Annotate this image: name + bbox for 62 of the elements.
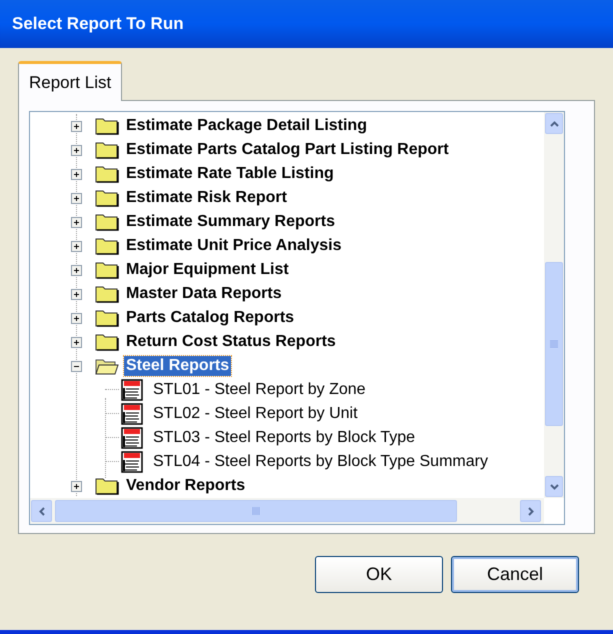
report-label[interactable]: STL01 - Steel Report by Zone [151,380,368,400]
grip-icon [252,507,260,515]
expand-icon[interactable] [71,144,82,156]
collapse-icon[interactable] [71,360,82,372]
folder-label[interactable]: Major Equipment List [124,260,291,280]
folder-icon [95,237,119,255]
folder-label[interactable]: Estimate Summary Reports [124,212,337,232]
folder-label[interactable]: Return Cost Status Reports [124,332,338,352]
scroll-down-button[interactable] [545,476,563,497]
report-icon [121,379,143,401]
expand-icon[interactable] [71,240,82,252]
folder-label[interactable]: Vendor Reports [124,476,248,496]
folder-icon [95,189,119,207]
expand-icon[interactable] [71,480,82,492]
folder-label[interactable]: Estimate Risk Report [124,188,289,208]
report-icon [121,403,143,425]
folder-icon [95,477,119,495]
chevron-left-icon [38,506,44,516]
dialog-button[interactable]: Cancel [451,556,579,593]
expand-icon[interactable] [71,264,82,276]
folder-icon [95,357,119,375]
window-title: Select Report To Run [12,13,184,36]
folder-label[interactable]: Estimate Parts Catalog Part Listing Report [124,140,451,160]
expand-icon[interactable] [71,120,82,132]
folder-label[interactable]: Estimate Package Detail Listing [124,116,369,136]
grip-icon [550,340,558,348]
folder-icon [95,141,119,159]
folder-icon [95,333,119,351]
chevron-up-icon [550,120,558,126]
expand-icon[interactable] [71,336,82,348]
expand-icon[interactable] [71,216,82,228]
dialog-button[interactable]: OK [315,556,443,593]
folder-label[interactable]: Steel Reports [124,356,232,376]
horizontal-scrollbar[interactable] [30,498,544,524]
folder-label[interactable]: Estimate Unit Price Analysis [124,236,344,256]
scroll-up-button[interactable] [545,113,563,134]
expand-icon[interactable] [71,168,82,180]
folder-icon [95,285,119,303]
folder-icon [95,261,119,279]
folder-label[interactable]: Estimate Rate Table Listing [124,164,336,184]
scroll-left-button[interactable] [31,500,52,522]
report-label[interactable]: STL04 - Steel Reports by Block Type Summary [151,452,490,472]
expand-icon[interactable] [71,192,82,204]
scroll-thumb[interactable] [545,262,563,426]
tab[interactable]: Report List [18,61,122,101]
folder-icon [95,309,119,327]
expand-icon[interactable] [71,312,82,324]
scroll-right-button[interactable] [520,500,541,522]
report-label[interactable]: STL03 - Steel Reports by Block Type [151,428,418,448]
folder-label[interactable]: Parts Catalog Reports [124,308,296,328]
folder-label[interactable]: Master Data Reports [124,284,284,304]
report-label[interactable]: STL02 - Steel Report by Unit [151,404,360,424]
chevron-down-icon [550,484,558,490]
report-icon [121,451,143,473]
folder-icon [95,117,119,135]
vertical-scrollbar[interactable] [544,112,564,498]
report-icon [121,427,143,449]
folder-icon [95,165,119,183]
folder-icon [95,213,119,231]
expand-icon[interactable] [71,288,82,300]
scroll-thumb[interactable] [55,500,457,522]
chevron-right-icon [528,506,534,516]
